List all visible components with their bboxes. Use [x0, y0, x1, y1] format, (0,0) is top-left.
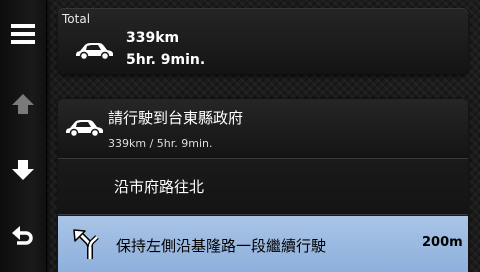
scroll-up-icon: [12, 94, 34, 114]
turn-distance: 200m: [422, 235, 463, 250]
car-icon: [66, 120, 103, 137]
total-summary-panel: Total 339km 5hr. 9min.: [58, 8, 468, 74]
car-icon: [76, 43, 113, 60]
turn-instruction: 沿市府路往北: [114, 178, 205, 196]
destination-instruction: 請行駛到台東縣政府: [108, 109, 244, 127]
list-item-turn[interactable]: 沿市府路往北: [58, 159, 468, 215]
list-item-turn-selected[interactable]: 保持左側沿基隆路一段繼續行駛 200m: [58, 216, 468, 272]
total-time: 5hr. 9min.: [126, 52, 206, 68]
menu-button[interactable]: [0, 14, 46, 54]
total-distance: 339km: [126, 30, 180, 46]
total-label: Total: [62, 12, 91, 26]
scroll-down-icon: [12, 160, 34, 180]
left-toolbar: [0, 0, 47, 272]
destination-summary: 339km / 5hr. 9min.: [108, 137, 213, 150]
turn-instruction: 保持左側沿基隆路一段繼續行駛: [116, 237, 327, 255]
back-icon: [12, 226, 33, 245]
keep-left-arrow-icon: [73, 229, 99, 259]
scroll-up-button[interactable]: [0, 84, 46, 124]
menu-icon: [11, 24, 35, 44]
scroll-down-button[interactable]: [0, 150, 46, 190]
back-button[interactable]: [0, 216, 46, 256]
turn-list: 請行駛到台東縣政府 339km / 5hr. 9min. 沿市府路往北 保持左側…: [58, 99, 468, 272]
list-item-destination[interactable]: 請行駛到台東縣政府 339km / 5hr. 9min.: [58, 99, 468, 159]
